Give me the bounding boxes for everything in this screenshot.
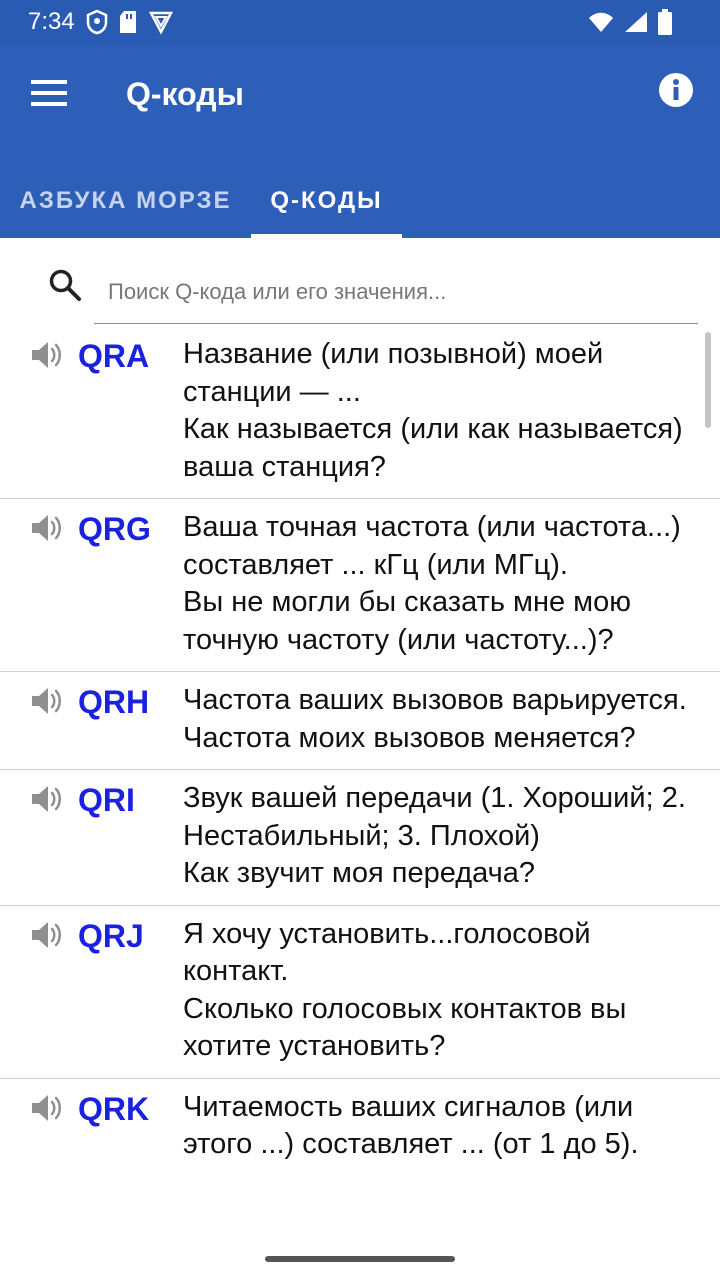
list-item[interactable]: QRJ Я хочу установить...голосовой контак… bbox=[0, 904, 720, 1078]
q-code: QRH bbox=[78, 684, 150, 720]
menu-button[interactable] bbox=[28, 72, 70, 114]
speaker-icon[interactable] bbox=[30, 1093, 66, 1123]
speaker-icon[interactable] bbox=[30, 920, 66, 950]
q-code-meaning: Ваша точная частота (или частота...) сос… bbox=[183, 511, 681, 656]
app-bar: Q-коды АЗБУКА МОРЗЕ Q-КОДЫ bbox=[0, 44, 720, 238]
list-item[interactable]: QRG Ваша точная частота (или частота...)… bbox=[0, 498, 720, 671]
q-code: QRA bbox=[78, 338, 150, 374]
search-input[interactable] bbox=[94, 260, 698, 324]
status-time: 7:34 bbox=[28, 8, 75, 35]
q-code: QRI bbox=[78, 782, 135, 818]
tab-morse-alphabet[interactable]: АЗБУКА МОРЗЕ bbox=[0, 164, 251, 238]
q-code: QRG bbox=[78, 511, 151, 547]
q-code-list: QRA Название (или позывной) моей станции… bbox=[0, 326, 720, 1240]
list-item[interactable]: QRI Звук вашей передачи (1. Хороший; 2. … bbox=[0, 769, 720, 905]
info-button[interactable] bbox=[658, 72, 694, 108]
menu-icon bbox=[31, 80, 67, 106]
speaker-icon[interactable] bbox=[30, 686, 66, 716]
battery-icon bbox=[658, 9, 672, 35]
shield-icon bbox=[86, 9, 108, 35]
q-code-meaning: Частота ваших вызовов варьируется. Часто… bbox=[183, 684, 687, 754]
search-icon[interactable] bbox=[48, 268, 82, 302]
q-code: QRJ bbox=[78, 917, 144, 954]
speaker-icon[interactable] bbox=[30, 513, 66, 543]
home-indicator[interactable] bbox=[265, 1256, 455, 1262]
search-bar bbox=[0, 238, 720, 326]
q-code-meaning: Звук вашей передачи (1. Хороший; 2. Нест… bbox=[183, 782, 686, 889]
q-code-meaning: Название (или позывной) моей станции — .… bbox=[183, 338, 683, 483]
sd-card-icon bbox=[120, 11, 136, 33]
q-code: QRK bbox=[78, 1090, 150, 1127]
tab-q-codes[interactable]: Q-КОДЫ bbox=[251, 164, 402, 238]
vpn-icon bbox=[148, 11, 174, 35]
q-code-meaning: Читаемость ваших сигналов (или этого ...… bbox=[183, 1090, 639, 1161]
signal-icon bbox=[625, 12, 647, 32]
list-item[interactable]: QRA Название (или позывной) моей станции… bbox=[0, 326, 720, 498]
scrollbar[interactable] bbox=[705, 332, 711, 428]
list-item[interactable]: QRH Частота ваших вызовов варьируется. Ч… bbox=[0, 671, 720, 769]
tab-bar: АЗБУКА МОРЗЕ Q-КОДЫ bbox=[0, 164, 720, 238]
info-icon bbox=[659, 73, 693, 107]
speaker-icon[interactable] bbox=[30, 340, 66, 370]
wifi-icon bbox=[589, 12, 613, 32]
speaker-icon[interactable] bbox=[30, 784, 66, 814]
q-code-meaning: Я хочу установить...голосовой контакт. С… bbox=[183, 917, 627, 1063]
list-item[interactable]: QRK Читаемость ваших сигналов (или этого… bbox=[0, 1077, 720, 1176]
page-title: Q-коды bbox=[126, 76, 244, 112]
status-bar: 7:34 bbox=[0, 0, 720, 44]
